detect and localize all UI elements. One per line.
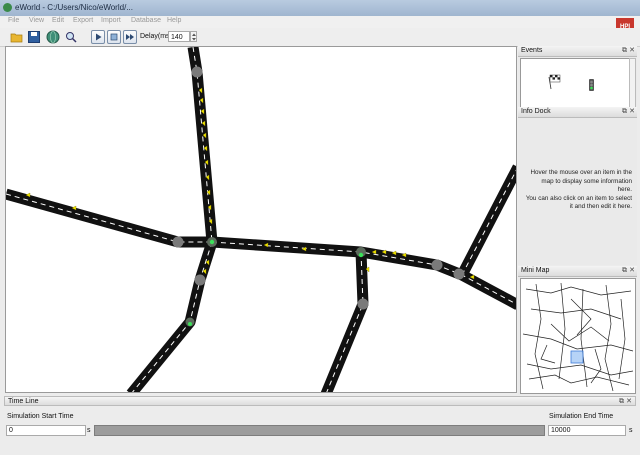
- info-dock-title: Info Dock: [521, 108, 551, 115]
- events-scrollbar[interactable]: [629, 58, 636, 108]
- float-icon[interactable]: ⧉: [622, 266, 627, 276]
- traffic-light-icon[interactable]: [185, 317, 195, 327]
- vehicles: [25, 87, 475, 280]
- pause-button[interactable]: [123, 30, 137, 44]
- float-icon[interactable]: ⧉: [622, 46, 627, 56]
- events-title: Events: [521, 47, 543, 54]
- float-icon[interactable]: ⧉: [622, 107, 627, 117]
- menu-database[interactable]: Database: [131, 17, 161, 24]
- junction-node[interactable]: [172, 236, 184, 248]
- timeline-title: Time Line: [8, 398, 39, 405]
- events-list[interactable]: [520, 58, 630, 110]
- timeline-slider[interactable]: [94, 425, 545, 436]
- junction-node[interactable]: [194, 274, 206, 286]
- events-header: Events ⧉ ✕: [518, 46, 637, 57]
- stop-button[interactable]: [107, 30, 121, 44]
- info-dock: Info Dock ⧉ ✕ Hover the mouse over an it…: [518, 107, 637, 265]
- map-canvas[interactable]: [5, 46, 517, 393]
- delay-input[interactable]: 140: [168, 31, 190, 42]
- float-icon[interactable]: ⧉: [619, 397, 624, 406]
- info-line: here.: [617, 186, 632, 193]
- toolbar: Delay(ms): 140: [0, 28, 640, 47]
- start-time-unit: s: [87, 427, 91, 434]
- menu-view[interactable]: View: [29, 17, 44, 24]
- mini-map-roads: [522, 282, 634, 392]
- end-time-unit: s: [629, 427, 633, 434]
- menu-bar: File View Edit Export Import Database He…: [0, 16, 640, 28]
- start-time-label: Simulation Start Time: [7, 413, 74, 420]
- info-line: You can also click on an item to select: [525, 194, 632, 202]
- end-time-label: Simulation End Time: [549, 413, 614, 420]
- zoom-icon[interactable]: [64, 30, 78, 44]
- window-title: eWorld - C:/Users/Nico/eWorld/...: [15, 3, 133, 12]
- junction-node[interactable]: [191, 66, 203, 78]
- road-segments: [6, 47, 516, 392]
- traffic-light-event-icon[interactable]: [589, 79, 594, 91]
- junction-node[interactable]: [357, 298, 369, 310]
- globe-icon[interactable]: [46, 30, 60, 44]
- junction-node[interactable]: [453, 268, 465, 280]
- menu-edit[interactable]: Edit: [52, 17, 64, 24]
- junctions: [172, 66, 465, 310]
- open-folder-icon[interactable]: [10, 30, 24, 44]
- junction-node[interactable]: [431, 259, 443, 271]
- mini-map-title: Mini Map: [521, 267, 550, 274]
- menu-help[interactable]: Help: [167, 17, 181, 24]
- start-time-input[interactable]: 0: [6, 425, 86, 436]
- close-icon[interactable]: ✕: [629, 46, 635, 56]
- info-dock-text: Hover the mouse over an item in the map …: [524, 169, 632, 212]
- menu-file[interactable]: File: [8, 17, 19, 24]
- close-icon[interactable]: ✕: [629, 107, 635, 117]
- info-dock-header: Info Dock ⧉ ✕: [518, 107, 637, 118]
- timeline-header: Time Line ⧉ ✕: [4, 396, 636, 406]
- close-icon[interactable]: ✕: [629, 266, 635, 276]
- mini-map-viewport[interactable]: [570, 350, 584, 364]
- info-line: Hover the mouse over an item in the: [530, 169, 632, 176]
- events-dock: Events ⧉ ✕: [518, 46, 637, 110]
- mini-map-dock: Mini Map ⧉ ✕: [518, 266, 637, 395]
- save-icon[interactable]: [27, 30, 41, 44]
- checkered-flag-icon[interactable]: [548, 74, 561, 90]
- end-time-input[interactable]: 10000: [548, 425, 626, 436]
- mini-map-header: Mini Map ⧉ ✕: [518, 266, 637, 277]
- info-line: map to display some information: [541, 177, 632, 185]
- road-network[interactable]: [6, 47, 517, 393]
- play-button[interactable]: [91, 30, 105, 44]
- title-bar: eWorld - C:/Users/Nico/eWorld/...: [0, 0, 640, 17]
- menu-import[interactable]: Import: [101, 17, 121, 24]
- info-line: it and then edit it here.: [569, 203, 632, 210]
- app-icon: [3, 3, 12, 12]
- close-icon[interactable]: ✕: [626, 397, 632, 406]
- delay-stepper[interactable]: [190, 31, 197, 42]
- traffic-light-icon[interactable]: [207, 237, 217, 247]
- mini-map[interactable]: [520, 278, 636, 394]
- menu-export[interactable]: Export: [73, 17, 93, 24]
